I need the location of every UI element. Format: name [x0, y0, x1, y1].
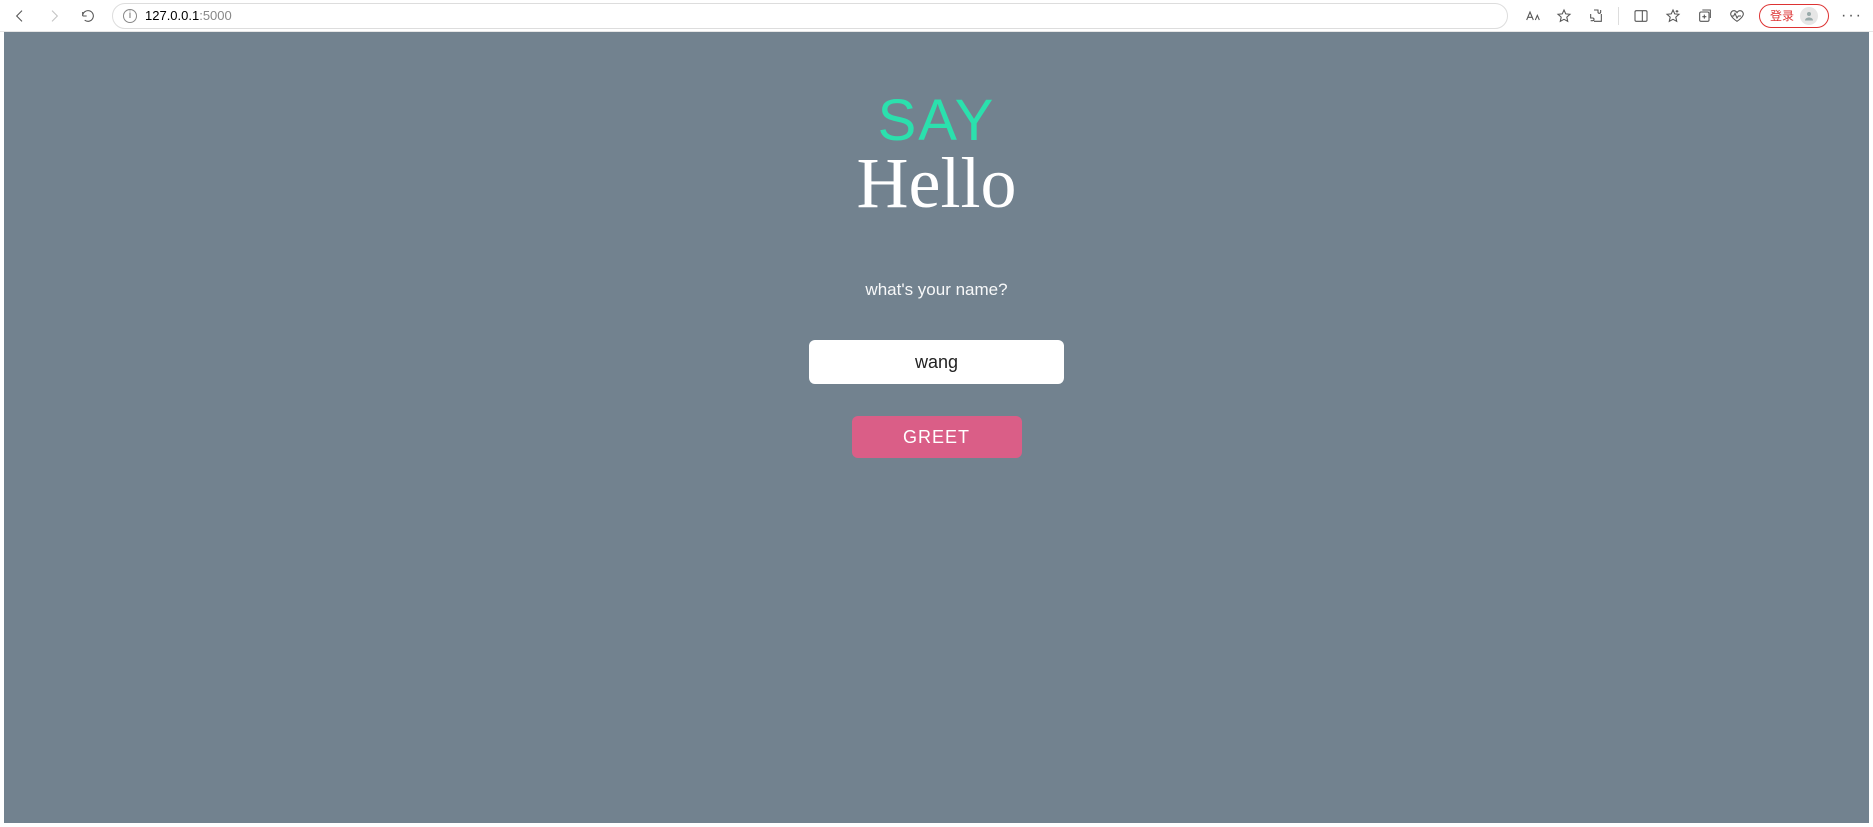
name-input[interactable] [809, 340, 1064, 384]
back-button[interactable] [10, 6, 30, 26]
forward-button[interactable] [44, 6, 64, 26]
url-text: 127.0.0.1:5000 [145, 8, 232, 23]
logo: SAY Hello [857, 87, 1017, 225]
reload-icon [80, 8, 96, 24]
reload-button[interactable] [78, 6, 98, 26]
url-port: :5000 [199, 8, 232, 23]
arrow-left-icon [12, 8, 28, 24]
star-icon [1556, 8, 1572, 24]
star-plus-icon [1665, 8, 1681, 24]
favorite-button[interactable] [1554, 6, 1574, 26]
avatar [1800, 7, 1818, 25]
puzzle-icon [1588, 8, 1604, 24]
text-size-icon [1524, 8, 1540, 24]
address-bar[interactable]: i 127.0.0.1:5000 [112, 3, 1508, 29]
toolbar-right: 登录 ··· [1522, 4, 1863, 28]
page-body: SAY Hello what's your name? GREET [4, 32, 1869, 823]
sidebar-icon [1633, 8, 1649, 24]
favorites-list-button[interactable] [1663, 6, 1683, 26]
person-icon [1803, 10, 1815, 22]
collections-button[interactable] [1695, 6, 1715, 26]
collections-icon [1697, 8, 1713, 24]
login-button[interactable]: 登录 [1759, 4, 1829, 28]
more-menu-button[interactable]: ··· [1841, 7, 1863, 25]
arrow-right-icon [46, 8, 62, 24]
browser-toolbar: i 127.0.0.1:5000 登录 [0, 0, 1873, 32]
performance-button[interactable] [1727, 6, 1747, 26]
name-prompt: what's your name? [865, 280, 1007, 300]
greet-button[interactable]: GREET [852, 416, 1022, 458]
url-host: 127.0.0.1 [145, 8, 199, 23]
login-label: 登录 [1770, 7, 1794, 24]
toolbar-separator [1618, 7, 1619, 25]
extensions-button[interactable] [1586, 6, 1606, 26]
heart-pulse-icon [1729, 8, 1745, 24]
site-info-icon[interactable]: i [123, 9, 137, 23]
logo-bottom: Hello [857, 142, 1017, 225]
split-screen-button[interactable] [1631, 6, 1651, 26]
read-aloud-button[interactable] [1522, 6, 1542, 26]
nav-controls [10, 6, 98, 26]
